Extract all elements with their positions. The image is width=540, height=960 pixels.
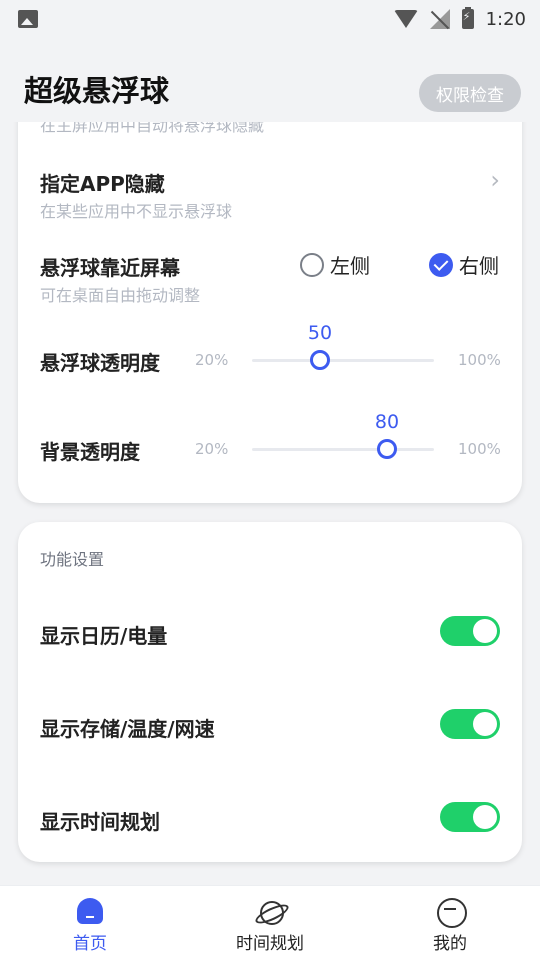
bg-opacity-thumb[interactable]: [377, 439, 397, 459]
no-signal-icon: [429, 9, 450, 29]
ball-opacity-max: 100%: [458, 351, 501, 369]
wifi-icon: [393, 10, 418, 28]
nav-mine-label: 我的: [433, 934, 467, 954]
ball-opacity-track[interactable]: [252, 359, 434, 362]
ball-opacity-thumb[interactable]: [310, 350, 330, 370]
toggle-plan-label: 显示时间规划: [40, 810, 160, 834]
radio-checked-icon: [429, 252, 453, 277]
page-title: 超级悬浮球: [24, 74, 170, 108]
ball-opacity-value: 50: [307, 322, 333, 344]
hide-in-apps-row[interactable]: 指定APP隐藏 在某些应用中不显示悬浮球 ›: [18, 160, 522, 224]
radio-unchecked-icon: [300, 252, 324, 277]
toggle-storage-label: 显示存储/温度/网速: [40, 717, 215, 741]
nav-time-plan-label: 时间规划: [236, 934, 304, 954]
gallery-notification-icon: [18, 10, 38, 28]
section-title: 功能设置: [40, 550, 105, 569]
switch-knob: [473, 619, 497, 643]
ball-opacity-title: 悬浮球透明度: [40, 351, 160, 375]
switch-knob: [473, 712, 497, 736]
bg-opacity-title: 背景透明度: [40, 440, 140, 464]
ball-opacity-min: 20%: [195, 351, 229, 369]
nav-mine[interactable]: 我的: [360, 886, 540, 960]
face-icon: [434, 896, 467, 928]
toggle-calendar-switch[interactable]: [440, 616, 500, 646]
feature-settings-card: 功能设置 显示日历/电量 显示存储/温度/网速 显示时间规划: [18, 522, 522, 862]
status-indicators: 1:20: [393, 7, 526, 30]
chevron-right-icon: ›: [490, 166, 500, 194]
edge-position-subtitle: 可在桌面自由拖动调整: [40, 286, 201, 305]
radio-right-label: 右侧: [459, 254, 499, 278]
hide-in-apps-title: 指定APP隐藏: [40, 172, 165, 196]
bg-opacity-value: 80: [374, 411, 400, 433]
home-icon: [74, 896, 106, 926]
auto-hide-hint: 在主屏应用中自动将悬浮球隐藏: [40, 122, 265, 135]
status-time: 1:20: [485, 8, 526, 30]
nav-time-plan[interactable]: 时间规划: [180, 886, 360, 960]
settings-scroll-area[interactable]: 在主屏应用中自动将悬浮球隐藏 指定APP隐藏 在某些应用中不显示悬浮球 › 悬浮…: [0, 122, 540, 885]
edge-position-title: 悬浮球靠近屏幕: [40, 256, 180, 280]
toggle-calendar-label: 显示日历/电量: [40, 624, 168, 648]
status-bar: 1:20: [0, 0, 540, 38]
floating-ball-settings-card: 在主屏应用中自动将悬浮球隐藏 指定APP隐藏 在某些应用中不显示悬浮球 › 悬浮…: [18, 122, 522, 503]
toggle-plan-switch[interactable]: [440, 802, 500, 832]
hide-in-apps-subtitle: 在某些应用中不显示悬浮球: [40, 202, 233, 221]
radio-left-label: 左侧: [330, 254, 370, 278]
bg-opacity-track[interactable]: [252, 448, 434, 451]
app-header: 超级悬浮球 权限检查: [0, 38, 540, 122]
permission-check-button[interactable]: 权限检查: [419, 74, 521, 112]
bg-opacity-max: 100%: [458, 440, 501, 458]
planet-icon: [254, 896, 286, 926]
nav-home[interactable]: 首页: [0, 886, 180, 960]
switch-knob: [473, 805, 497, 829]
radio-right-side[interactable]: 右侧: [429, 250, 499, 279]
nav-home-label: 首页: [73, 934, 107, 954]
battery-charging-icon: [461, 7, 474, 29]
bg-opacity-min: 20%: [195, 440, 229, 458]
toggle-storage-switch[interactable]: [440, 709, 500, 739]
bottom-navigation: 首页 时间规划 我的: [0, 885, 540, 960]
radio-left-side[interactable]: 左侧: [300, 250, 370, 279]
